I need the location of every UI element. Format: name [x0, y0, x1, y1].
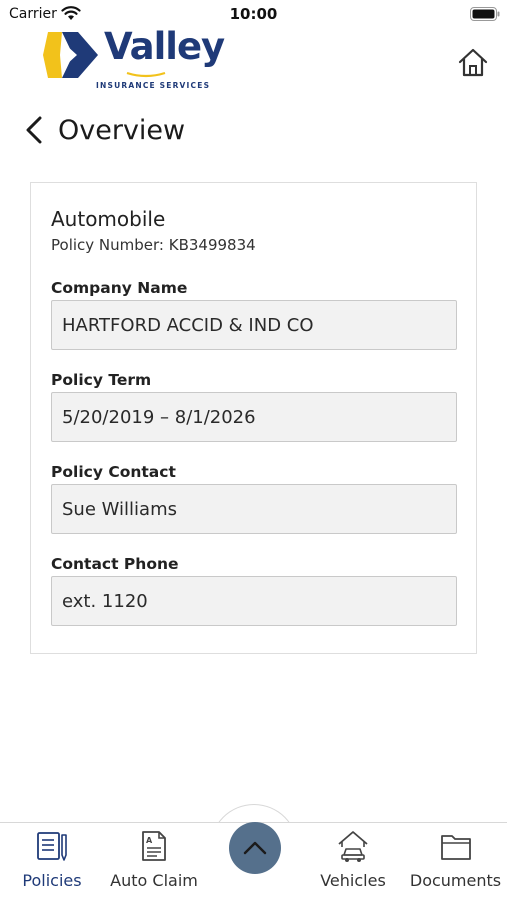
- company-name-label: Company Name: [51, 279, 188, 297]
- logo-swoosh: [126, 71, 166, 78]
- tab-label: Vehicles: [320, 871, 386, 890]
- policy-contact-label: Policy Contact: [51, 463, 176, 481]
- tab-label: Documents: [409, 871, 502, 890]
- tab-vehicles[interactable]: Vehicles: [312, 823, 394, 900]
- contact-phone-field[interactable]: ext. 1120: [51, 576, 457, 626]
- page-title: Overview: [58, 114, 186, 146]
- tab-policies[interactable]: Policies: [8, 823, 96, 900]
- policy-contact-field[interactable]: Sue Williams: [51, 484, 457, 534]
- tab-label: Policies: [22, 871, 82, 890]
- contact-phone-label: Contact Phone: [51, 555, 179, 573]
- svg-text:A: A: [146, 836, 153, 845]
- tab-label: Auto Claim: [110, 871, 198, 890]
- logo-mark-icon: [43, 32, 98, 78]
- status-bar: Carrier 10:00: [0, 0, 507, 28]
- home-icon[interactable]: [456, 46, 490, 80]
- auto-claim-icon: A: [142, 831, 166, 861]
- scroll-up-button[interactable]: [229, 822, 281, 874]
- back-button[interactable]: Overview: [22, 110, 185, 150]
- policy-type: Automobile: [51, 207, 166, 231]
- battery-icon: [470, 7, 500, 21]
- policy-term-field[interactable]: 5/20/2019 – 8/1/2026: [51, 392, 457, 442]
- policy-term-label: Policy Term: [51, 371, 152, 389]
- brand-tagline: INSURANCE SERVICES: [96, 81, 211, 90]
- tab-auto-claim[interactable]: A Auto Claim: [106, 823, 202, 900]
- documents-icon: [440, 835, 471, 860]
- tab-documents[interactable]: Documents: [404, 823, 507, 900]
- chevron-left-icon: [26, 116, 42, 144]
- clock: 10:00: [229, 5, 278, 23]
- brand-name: Valley: [104, 25, 225, 68]
- policy-card: Automobile Policy Number: KB3499834 Comp…: [30, 182, 477, 654]
- vehicles-icon: [338, 831, 368, 862]
- policy-number: Policy Number: KB3499834: [51, 236, 256, 254]
- policies-icon: [37, 832, 67, 861]
- company-name-field[interactable]: HARTFORD ACCID & IND CO: [51, 300, 457, 350]
- chevron-up-icon: [243, 841, 267, 855]
